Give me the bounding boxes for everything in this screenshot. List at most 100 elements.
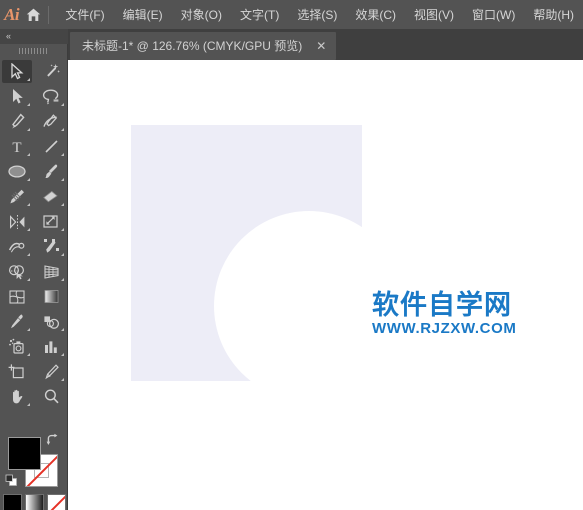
rotate-tool[interactable]	[0, 209, 34, 234]
tool-row	[0, 334, 68, 359]
tool-row	[0, 259, 68, 284]
tool-row	[0, 184, 68, 209]
menu-help[interactable]: 帮助(H)	[524, 0, 583, 29]
ellipse-tool[interactable]	[0, 159, 34, 184]
tool-flyout-indicator	[61, 378, 64, 381]
tool-row: T	[0, 134, 68, 159]
menu-window[interactable]: 窗口(W)	[463, 0, 524, 29]
column-graph-tool[interactable]	[34, 334, 68, 359]
menu-select[interactable]: 选择(S)	[288, 0, 346, 29]
canvas-area[interactable]: 软件自学网 WWW.RJZXW.COM	[68, 60, 583, 510]
tool-flyout-indicator	[61, 228, 64, 231]
free-transform-tool[interactable]	[34, 234, 68, 259]
none-slash-icon	[47, 494, 65, 510]
document-tab-title: 未标题-1* @ 126.76% (CMYK/GPU 预览)	[82, 39, 303, 53]
fill-stroke-controls	[0, 429, 68, 489]
fill-swatch[interactable]	[8, 437, 41, 470]
tool-flyout-indicator	[27, 153, 30, 156]
tool-flyout-indicator	[27, 103, 30, 106]
color-mode-button[interactable]	[2, 493, 22, 510]
tool-flyout-indicator	[27, 78, 30, 81]
swap-fill-stroke-icon[interactable]	[45, 433, 59, 447]
document-tab[interactable]: 未标题-1* @ 126.76% (CMYK/GPU 预览) ✕	[70, 32, 337, 60]
menu-edit[interactable]: 编辑(E)	[114, 0, 172, 29]
magic-wand-tool[interactable]	[34, 59, 68, 84]
slice-tool[interactable]	[34, 359, 68, 384]
tool-flyout-indicator	[27, 328, 30, 331]
tool-flyout-indicator	[61, 103, 64, 106]
menu-object[interactable]: 对象(O)	[172, 0, 231, 29]
tool-list: T	[0, 59, 68, 409]
menu-type[interactable]: 文字(T)	[231, 0, 288, 29]
eyedropper-tool[interactable]	[0, 309, 34, 334]
default-fill-stroke-icon[interactable]	[5, 474, 18, 487]
symbol-sprayer-tool[interactable]	[0, 334, 34, 359]
white-circle[interactable]	[214, 211, 404, 401]
pen-tool[interactable]	[0, 109, 34, 134]
menu-file[interactable]: 文件(F)	[56, 0, 113, 29]
tool-flyout-indicator	[27, 278, 30, 281]
menu-item-list: 文件(F) 编辑(E) 对象(O) 文字(T) 选择(S) 效果(C) 视图(V…	[56, 0, 583, 29]
double-chevron-left-icon: «	[6, 31, 11, 41]
tool-flyout-indicator	[27, 403, 30, 406]
type-tool[interactable]: T	[0, 134, 34, 159]
menu-effect[interactable]: 效果(C)	[346, 0, 405, 29]
tool-flyout-indicator	[27, 178, 30, 181]
tool-flyout-indicator	[27, 128, 30, 131]
tool-flyout-indicator	[61, 203, 64, 206]
width-tool[interactable]	[0, 234, 34, 259]
tool-row	[0, 384, 68, 409]
menu-view[interactable]: 视图(V)	[405, 0, 463, 29]
tool-row	[0, 209, 68, 234]
tool-row	[0, 284, 68, 309]
artboard-tool[interactable]	[0, 359, 34, 384]
svg-text:T: T	[12, 140, 21, 155]
hand-tool[interactable]	[0, 384, 34, 409]
tool-flyout-indicator	[61, 128, 64, 131]
line-segment-tool[interactable]	[34, 134, 68, 159]
tool-panel: « T	[0, 29, 68, 510]
close-icon[interactable]: ✕	[316, 40, 326, 52]
tool-row	[0, 309, 68, 334]
tool-flyout-indicator	[27, 228, 30, 231]
paintbrush-tool[interactable]	[34, 159, 68, 184]
tool-flyout-indicator	[61, 178, 64, 181]
tool-flyout-indicator	[61, 253, 64, 256]
tool-row	[0, 84, 68, 109]
scale-tool[interactable]	[34, 209, 68, 234]
tool-row	[0, 359, 68, 384]
blend-tool[interactable]	[34, 309, 68, 334]
artboard[interactable]	[131, 125, 404, 401]
shape-builder-tool[interactable]	[0, 259, 34, 284]
tool-flyout-indicator	[27, 203, 30, 206]
eraser-tool[interactable]	[34, 184, 68, 209]
none-mode-button[interactable]	[46, 493, 66, 510]
panel-grip[interactable]	[0, 44, 68, 57]
shaper-tool[interactable]	[0, 184, 34, 209]
tool-row	[0, 159, 68, 184]
tool-row	[0, 109, 68, 134]
grip-dots-icon	[19, 47, 49, 54]
tool-flyout-indicator	[61, 353, 64, 356]
menu-divider	[47, 5, 49, 24]
tool-flyout-indicator	[61, 153, 64, 156]
lasso-tool[interactable]	[34, 84, 68, 109]
tool-flyout-indicator	[61, 328, 64, 331]
selection-tool[interactable]	[0, 59, 34, 84]
color-mode-buttons	[0, 491, 68, 510]
gradient-tool[interactable]	[34, 284, 68, 309]
tool-flyout-indicator	[61, 278, 64, 281]
menu-bar: Ai 文件(F) 编辑(E) 对象(O) 文字(T) 选择(S) 效果(C) 视…	[0, 0, 583, 29]
mesh-tool[interactable]	[0, 284, 34, 309]
perspective-grid-tool[interactable]	[34, 259, 68, 284]
gradient-mode-button[interactable]	[24, 493, 44, 510]
panel-collapse-button[interactable]: «	[0, 29, 68, 44]
curvature-tool[interactable]	[34, 109, 68, 134]
zoom-tool[interactable]	[34, 384, 68, 409]
home-icon[interactable]	[23, 0, 43, 29]
app-logo-icon: Ai	[4, 4, 20, 24]
tool-row	[0, 59, 68, 84]
document-tab-bar: 未标题-1* @ 126.76% (CMYK/GPU 预览) ✕	[0, 29, 583, 60]
direct-selection-tool[interactable]	[0, 84, 34, 109]
tool-flyout-indicator	[27, 253, 30, 256]
